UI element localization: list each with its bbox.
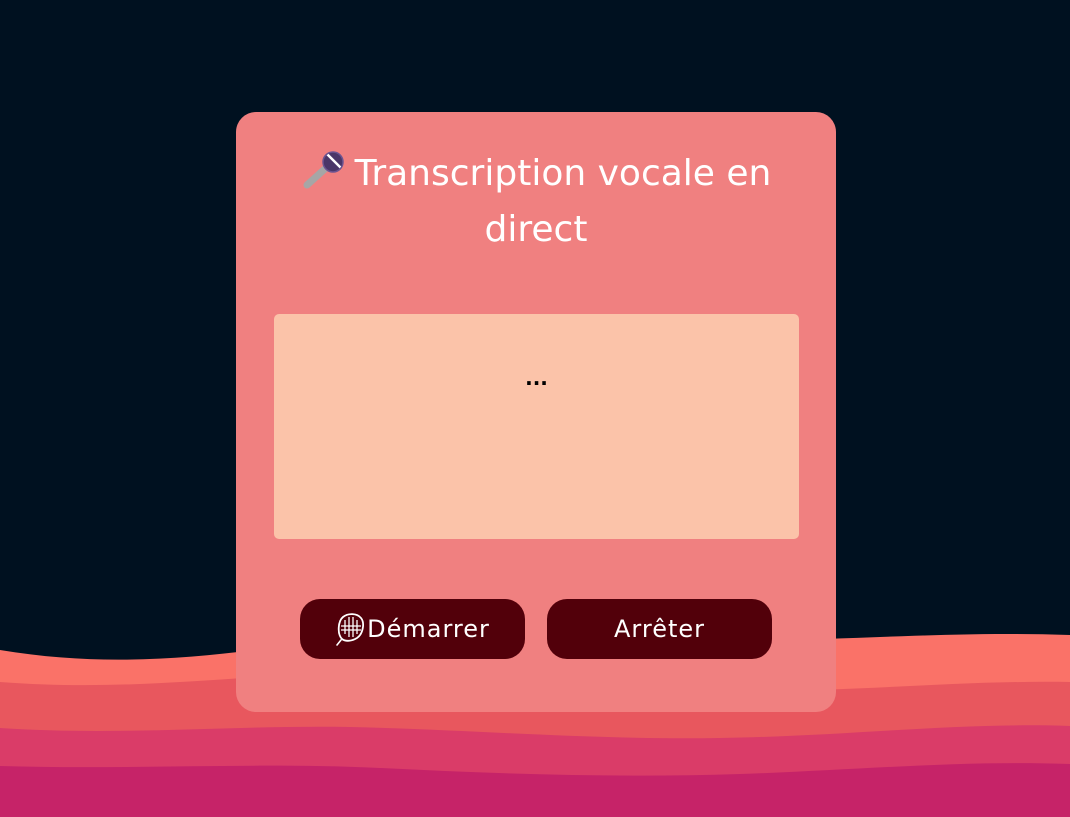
transcription-card: Transcription vocale en direct ... Démar… [236,112,836,712]
start-button-label: Démarrer [367,615,490,643]
transcript-box: ... [274,314,799,539]
stop-button[interactable]: Arrêter [547,599,772,659]
microphone-emoji-icon [303,151,344,189]
transcript-text: ... [525,366,548,390]
stop-button-label: Arrêter [613,615,705,643]
app-screen: Transcription vocale en direct ... Démar… [0,0,1070,817]
control-buttons: Démarrer Arrêter [300,599,772,659]
start-button[interactable]: Démarrer [300,599,525,659]
card-title-text: Transcription vocale en direct [354,153,772,250]
card-title: Transcription vocale en direct [266,146,806,258]
microphone-outline-icon [336,613,365,646]
